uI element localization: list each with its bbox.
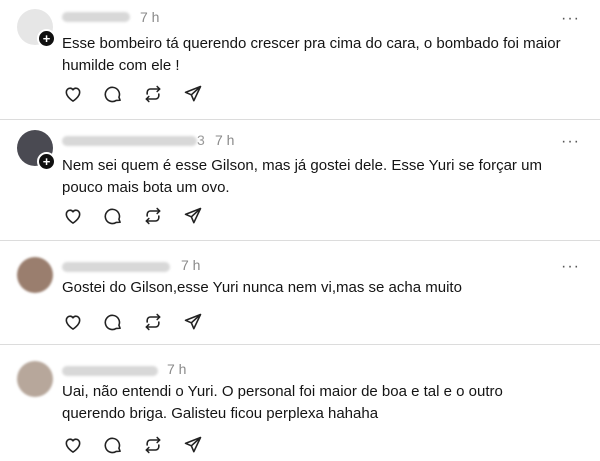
more-options-icon[interactable]: ···: [561, 134, 580, 150]
comment-item: + 3 7 h ··· Nem sei quem é esse Gilson, …: [0, 120, 600, 241]
comment-item: + 7 h ··· Esse bombeiro tá querendo cres…: [0, 0, 600, 120]
follow-plus-icon[interactable]: +: [37, 152, 56, 171]
timestamp: 7 h: [140, 9, 160, 25]
timestamp: 7 h: [181, 257, 201, 273]
heart-icon[interactable]: [63, 84, 83, 104]
username-blurred[interactable]: [62, 136, 197, 146]
share-icon[interactable]: [183, 312, 203, 332]
share-icon[interactable]: [183, 206, 203, 226]
repost-icon[interactable]: [143, 84, 163, 104]
avatar[interactable]: [17, 257, 53, 293]
share-icon[interactable]: [183, 84, 203, 104]
comment-icon[interactable]: [103, 435, 123, 455]
comment-icon[interactable]: [103, 312, 123, 332]
repost-icon[interactable]: [143, 312, 163, 332]
comment-item: 7 h ··· Gostei do Gilson,esse Yuri nunca…: [0, 241, 600, 345]
timestamp: 7 h: [167, 361, 187, 377]
comment-item: 7 h Uai, não entendi o Yuri. O personal …: [0, 345, 600, 461]
heart-icon[interactable]: [63, 312, 83, 332]
username-suffix: 3: [197, 132, 205, 148]
action-bar: [63, 435, 203, 455]
more-options-icon[interactable]: ···: [561, 11, 580, 27]
comment-text: Nem sei quem é esse Gilson, mas já goste…: [62, 157, 542, 196]
follow-plus-icon[interactable]: +: [37, 29, 56, 48]
username-blurred[interactable]: [62, 366, 158, 376]
comment-icon[interactable]: [103, 206, 123, 226]
heart-icon[interactable]: [63, 206, 83, 226]
action-bar: [63, 206, 203, 226]
action-bar: [63, 84, 203, 104]
repost-icon[interactable]: [143, 435, 163, 455]
repost-icon[interactable]: [143, 206, 163, 226]
comment-text: Uai, não entendi o Yuri. O personal foi …: [62, 383, 503, 422]
comment-icon[interactable]: [103, 84, 123, 104]
avatar[interactable]: [17, 361, 53, 397]
action-bar: [63, 312, 203, 332]
username-blurred[interactable]: [62, 262, 170, 272]
share-icon[interactable]: [183, 435, 203, 455]
more-options-icon[interactable]: ···: [561, 259, 580, 275]
heart-icon[interactable]: [63, 435, 83, 455]
timestamp: 7 h: [215, 132, 235, 148]
comment-text: Esse bombeiro tá querendo crescer pra ci…: [62, 35, 561, 74]
username-blurred[interactable]: [62, 12, 130, 22]
comment-text: Gostei do Gilson,esse Yuri nunca nem vi,…: [62, 279, 462, 296]
